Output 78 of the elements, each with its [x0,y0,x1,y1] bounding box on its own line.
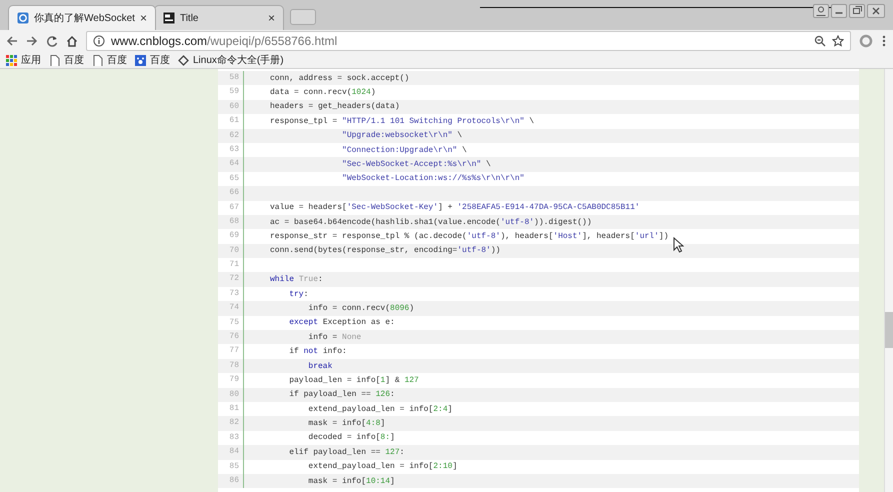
code-line: mask = info[10:14] [307,476,395,486]
code-line: "Connection:Upgrade\r\n" \ [341,146,467,155]
close-icon[interactable]: × [140,11,147,25]
code-line: conn, address = sock.accept() [269,74,410,83]
bookmark[interactable]: Linux命令大全(手册) [178,53,284,67]
bookmark[interactable]: 应用 [6,53,41,67]
restore-icon [849,4,865,18]
cursor-icon [673,237,684,253]
code-line: response_tpl = "HTTP/1.1 101 Switching Protocols\r\n" \ [269,116,534,126]
code-line: break [307,362,332,370]
menu-icon [881,34,887,48]
tab-title: Title [180,12,200,24]
minimize-icon [831,4,847,18]
code-line: extend_payload_len = info[2:4] [307,404,452,414]
close-icon[interactable]: × [268,11,275,25]
code-line: payload_len = info[1] & 127 [288,376,419,385]
code-line: info = conn.recv(8096) [307,304,414,313]
zoom-icon [814,35,826,47]
code-line: data = conn.recv(1024) [269,88,376,98]
code-line: headers = get_headers(data) [269,102,400,112]
code-line: info = None [307,332,362,342]
bookmark[interactable]: 百度 [92,53,127,67]
code-line: "Sec-WebSocket-Accept:%s\r\n" \ [341,160,491,170]
forward-icon [26,35,38,47]
line-number: 76 [218,330,244,344]
home-icon [66,35,78,47]
browser-tab[interactable]: Title × [154,5,284,30]
profile-icon [813,4,829,18]
tab-title: 你真的了解WebSocket [34,12,135,25]
line-number: 84 [218,445,244,460]
line-number: 80 [218,388,244,402]
line-number: 70 [218,244,244,258]
page-icon [92,54,103,66]
diamond-icon [178,54,189,66]
extension-icon [859,34,873,48]
line-number: 72 [218,272,244,287]
line-number: 62 [218,128,244,143]
address-bar[interactable]: www.cnblogs.com/wupeiqi/p/6558766.html [86,31,851,51]
code-line: conn.send(bytes(response_str, encoding='utf-8')) [269,246,500,256]
tab-favicon-icon [162,12,175,24]
code-line: try: [288,290,308,299]
code-line: response_str = response_tpl % (ac.decode('utf-8'), headers['Host'], headers['url']) [269,232,669,241]
line-number: 78 [218,358,244,374]
line-number: 58 [218,71,244,86]
line-number: 66 [218,186,244,201]
line-number: 68 [218,214,244,230]
bookmark[interactable]: 百度 [135,53,170,67]
scrollbar-thumb[interactable] [885,312,893,348]
code-line: elif payload_len == 127: [288,448,404,457]
paw-icon [135,54,146,66]
line-number: 64 [218,157,244,172]
bookmark[interactable]: 百度 [49,53,84,67]
line-number: 86 [218,474,244,488]
star-icon [832,35,844,47]
url-text: www.cnblogs.com/wupeiqi/p/6558766.html [111,34,338,48]
line-number: 60 [218,100,244,114]
code-line: while True: [269,275,323,284]
code-line: except Exception as e: [288,318,395,328]
back-icon [6,35,18,47]
code-line: decoded = info[8:] [307,433,395,442]
page-icon [49,54,60,66]
browser-tab[interactable]: 你真的了解WebSocket × [8,5,156,30]
line-number: 82 [218,416,244,431]
code-line: "WebSocket-Location:ws://%s%s\r\n\r\n" [341,174,524,184]
info-icon [93,35,105,47]
code-line: extend_payload_len = info[2:10] [307,462,458,472]
apps-grid-icon [6,54,17,66]
code-line: if payload_len == 126: [288,390,395,400]
tab-favicon-icon [17,12,29,24]
new-tab-button[interactable] [290,9,316,25]
code-line: "Upgrade:websocket\r\n" \ [341,131,462,140]
close-icon [867,4,885,18]
code-line: value = headers['Sec-WebSocket-Key'] + '258EAFA5-E914-47DA-95CA-C5AB0DC85B11' [269,203,640,212]
reload-icon [46,35,58,47]
code-line: ac = base64.b64encode(hashlib.sha1(value.encode('utf-8')).digest()) [269,218,592,227]
line-number: 74 [218,301,244,316]
code-line: mask = info[4:8] [307,419,386,428]
code-line: if not info: [288,347,347,356]
